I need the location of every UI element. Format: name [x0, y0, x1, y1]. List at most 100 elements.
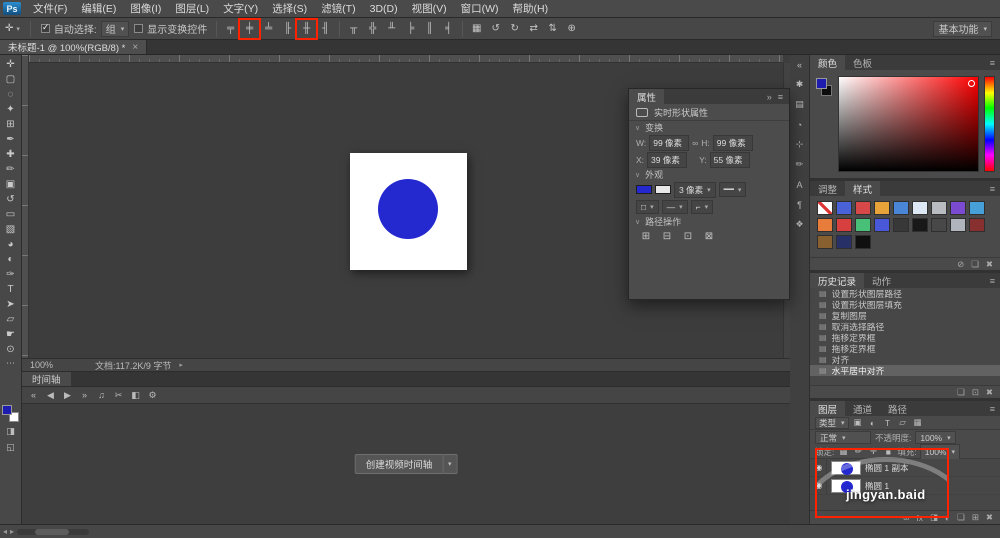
foreground-color-swatch[interactable] [816, 78, 827, 89]
filter-pixel-layers-icon[interactable]: ▣ [852, 417, 864, 429]
stroke-style-dropdown[interactable]: ━━ [718, 182, 747, 197]
lock-pixels-icon[interactable]: ✏ [852, 446, 864, 458]
align-bottom-edges-icon[interactable]: ╧ [260, 21, 277, 37]
distribute-top-edges-icon[interactable]: ╥ [345, 21, 362, 37]
style-swatch[interactable] [912, 218, 928, 232]
layer-row[interactable]: ◉ 椭圆 1 [810, 477, 1000, 495]
new-snapshot-icon[interactable]: ⊡ [972, 387, 979, 398]
intersect-shapes-icon[interactable]: ⊡ [681, 230, 695, 242]
layer-thumbnail[interactable] [831, 478, 861, 493]
menu-item[interactable]: 选择(S) [265, 0, 314, 17]
panel-menu-icon[interactable]: ≡ [990, 181, 995, 196]
layer-mask-icon[interactable]: ◨ [930, 512, 938, 523]
auto-select-dropdown[interactable]: 组 [100, 20, 130, 37]
filter-smart-objects-icon[interactable]: ▦ [912, 417, 924, 429]
path-operations-section-header[interactable]: 路径操作 [629, 215, 789, 228]
panel-icon-brush[interactable]: ✏ [792, 158, 808, 171]
new-style-icon[interactable]: ❏ [971, 259, 979, 270]
visibility-eye-icon[interactable]: ◉ [812, 477, 827, 494]
color-picker-cursor[interactable] [968, 80, 975, 87]
horizontal-scrollbar[interactable] [17, 528, 90, 535]
distribute-right-edges-icon[interactable]: ╡ [440, 21, 457, 37]
blend-mode-dropdown[interactable]: 正常 [815, 431, 871, 444]
style-swatch[interactable] [893, 218, 909, 232]
menu-item[interactable]: 滤镜(T) [314, 0, 362, 17]
create-video-timeline-button[interactable]: 创建视频时间轴 [354, 454, 444, 474]
panel-tab[interactable]: 调整 [810, 181, 845, 196]
style-swatch[interactable] [836, 201, 852, 215]
menu-item[interactable]: 帮助(H) [506, 0, 556, 17]
clear-style-icon[interactable]: ⊘ [957, 259, 964, 270]
fill-color-swatch[interactable] [636, 185, 652, 194]
collapse-panel-icon[interactable]: » [767, 92, 772, 102]
status-options-icon[interactable]: ▸ [179, 361, 183, 369]
panel-tab[interactable]: 颜色 [810, 55, 846, 70]
menu-item[interactable]: 窗口(W) [454, 0, 506, 17]
tab-timeline[interactable]: 时间轴 [22, 372, 71, 386]
menu-item[interactable]: 文字(Y) [216, 0, 265, 17]
next-frame-icon[interactable]: » [77, 388, 92, 402]
style-swatch[interactable] [855, 201, 871, 215]
menu-item[interactable]: 图层(L) [168, 0, 216, 17]
panel-menu-icon[interactable]: ≡ [990, 55, 995, 70]
collapse-panels-icon[interactable]: « [792, 58, 808, 71]
filter-shape-layers-icon[interactable]: ▱ [897, 417, 909, 429]
new-group-icon[interactable]: ❏ [957, 512, 965, 523]
new-layer-icon[interactable]: ⊞ [972, 512, 979, 523]
menu-item[interactable]: 视图(V) [405, 0, 454, 17]
previous-frame-icon[interactable]: ◀ [43, 388, 58, 402]
style-swatch[interactable] [874, 218, 890, 232]
layer-row[interactable]: ◉ 椭圆 1 副本 [810, 459, 1000, 477]
style-swatch[interactable] [931, 201, 947, 215]
3d-scale-icon[interactable]: ⊕ [563, 21, 580, 37]
auto-select-checkbox[interactable] [40, 22, 50, 33]
style-swatch[interactable] [969, 218, 985, 232]
hand-tool[interactable]: ☛ [1, 327, 21, 342]
width-field[interactable]: 99 像素 [649, 134, 690, 151]
play-icon[interactable]: ▶ [60, 388, 75, 402]
tool-preset-picker[interactable]: ✛ [0, 20, 25, 38]
distribute-horizontal-centers-icon[interactable]: ║ [421, 21, 438, 37]
crop-tool[interactable]: ⊞ [1, 117, 21, 132]
combine-shapes-icon[interactable]: ⊞ [639, 230, 653, 242]
stroke-align-option[interactable]: □ [636, 199, 659, 214]
panel-tab[interactable]: 色板 [845, 55, 880, 70]
add-transition-icon[interactable]: ◧ [128, 388, 143, 402]
scroll-right-icon[interactable]: ▸ [10, 527, 14, 536]
artboard[interactable] [350, 153, 467, 270]
align-top-edges-icon[interactable]: ╤ [222, 21, 239, 37]
x-field[interactable]: 39 像素 [647, 151, 688, 168]
scrollbar-thumb[interactable] [35, 528, 70, 535]
panel-icon-paragraph[interactable]: ¶ [792, 198, 808, 211]
align-vertical-centers-icon[interactable]: ╪ [238, 17, 262, 40]
panel-icon-histogram[interactable]: ◔ [792, 118, 808, 131]
style-swatch[interactable] [855, 218, 871, 232]
scroll-left-icon[interactable]: ◂ [3, 527, 7, 536]
workspace-switcher[interactable]: 基本功能 [933, 20, 992, 37]
3d-drag-icon[interactable]: ⇄ [525, 21, 542, 37]
horizontal-type-tool[interactable]: T [1, 282, 21, 297]
zoom-tool[interactable]: ⊙ [1, 342, 21, 357]
history-brush-tool[interactable]: ↺ [1, 192, 21, 207]
eraser-tool[interactable]: ▭ [1, 207, 21, 222]
style-swatch[interactable] [817, 201, 833, 215]
lasso-tool[interactable]: ◌ [1, 87, 21, 102]
lock-position-icon[interactable]: ✛ [867, 446, 879, 458]
transform-section-header[interactable]: 变换 [629, 121, 789, 134]
subtract-front-shape-icon[interactable]: ⊟ [660, 230, 674, 242]
go-to-first-frame-icon[interactable]: « [26, 388, 41, 402]
blur-tool[interactable]: ◕ [1, 237, 21, 252]
adjustment-layer-icon[interactable]: ◐ [945, 513, 950, 523]
panel-menu-icon[interactable]: ≡ [990, 401, 995, 416]
panel-menu-icon[interactable]: ≡ [778, 92, 783, 102]
zoom-level[interactable]: 100% [30, 360, 53, 370]
quick-mask-icon[interactable]: ◨ [1, 424, 21, 438]
split-clip-icon[interactable]: ✂ [111, 388, 126, 402]
delete-state-icon[interactable]: ✖ [986, 387, 993, 398]
exclude-overlapping-shapes-icon[interactable]: ⊠ [702, 230, 716, 242]
style-swatch[interactable] [912, 201, 928, 215]
distribute-bottom-edges-icon[interactable]: ╨ [383, 21, 400, 37]
panel-icon-info[interactable]: ▤ [792, 98, 808, 111]
chevron-down-icon[interactable]: ▾ [443, 454, 458, 474]
panel-tab[interactable]: 通道 [845, 401, 880, 416]
